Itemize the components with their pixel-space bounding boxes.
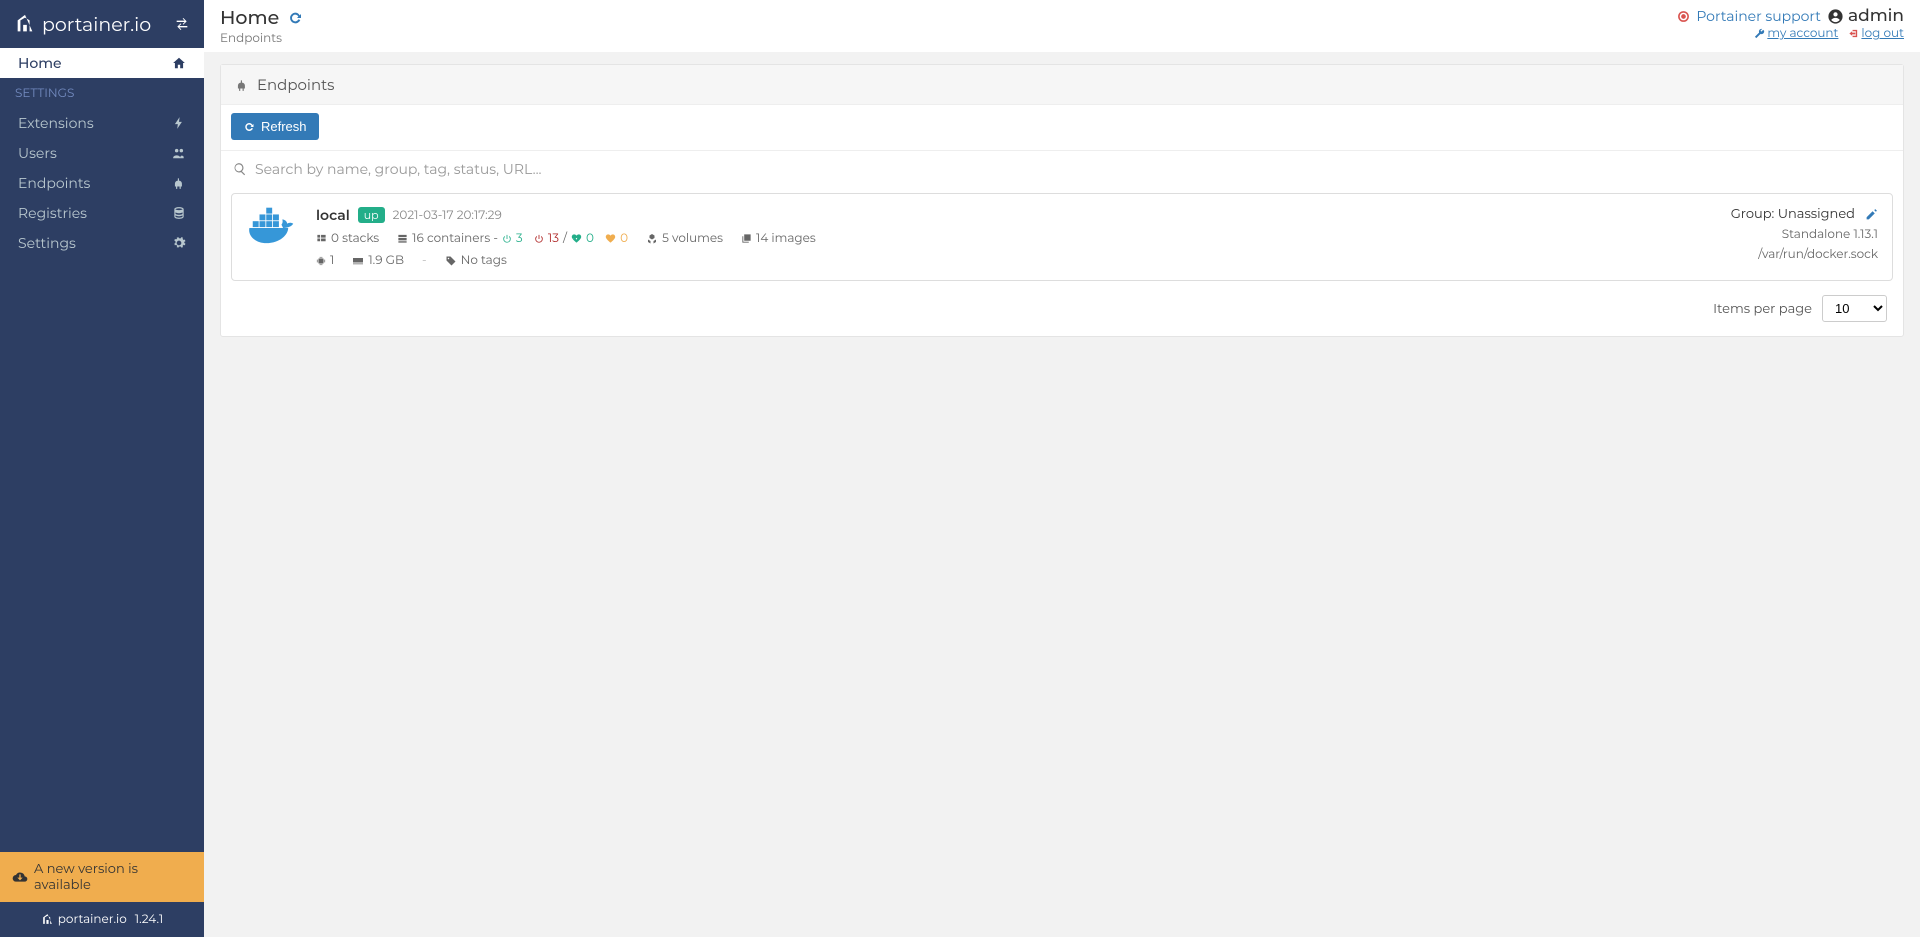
stat-containers: 16 containers - 3 13 / 0 xyxy=(397,231,628,246)
sidebar: portainer.io Home SETTINGS Extensions Us… xyxy=(0,0,204,937)
main-area: Home Endpoints Portainer support admin xyxy=(204,0,1920,937)
page-title-row: Home xyxy=(220,6,303,29)
stat-memory: 1.9 GB xyxy=(352,253,404,268)
wrench-icon xyxy=(1754,28,1765,39)
page-title: Home xyxy=(220,6,279,29)
reload-icon[interactable] xyxy=(287,10,303,26)
running-count: 3 xyxy=(516,231,523,246)
sidebar-item-users[interactable]: Users xyxy=(0,138,204,168)
page-subtitle: Endpoints xyxy=(220,31,303,46)
stat-cpu: 1 xyxy=(316,253,334,268)
tags-icon xyxy=(445,255,457,267)
users-icon xyxy=(172,146,186,160)
sign-out-icon xyxy=(1848,28,1859,39)
sidebar-section-settings: SETTINGS xyxy=(0,78,204,108)
footer-version: 1.24.1 xyxy=(135,912,163,927)
refresh-button[interactable]: Refresh xyxy=(231,113,319,140)
power-on-icon xyxy=(502,234,512,244)
search-icon xyxy=(233,162,247,176)
topbar: Home Endpoints Portainer support admin xyxy=(204,0,1920,52)
sync-icon xyxy=(243,121,255,133)
user-menu[interactable]: admin xyxy=(1827,6,1904,26)
sidebar-item-endpoints[interactable]: Endpoints xyxy=(0,168,204,198)
sidebar-nav: Home SETTINGS Extensions Users Endpoints… xyxy=(0,48,204,852)
stat-separator: - xyxy=(422,253,427,268)
stopped-count: 13 xyxy=(548,231,559,246)
endpoints-panel: Endpoints Refresh xyxy=(220,64,1904,337)
sidebar-item-registries[interactable]: Registries xyxy=(0,198,204,228)
sidebar-item-extensions[interactable]: Extensions xyxy=(0,108,204,138)
sidebar-logo-row: portainer.io xyxy=(0,0,204,48)
update-banner-text: A new version is available xyxy=(34,861,192,893)
endpoint-engine: Standalone 1.13.1 xyxy=(1782,227,1878,242)
sidebar-item-label: Settings xyxy=(18,234,76,252)
heartbeat-warn-icon xyxy=(605,233,616,244)
stat-stacks: 0 stacks xyxy=(316,231,379,246)
sidebar-item-home[interactable]: Home xyxy=(0,48,204,78)
cubes-icon xyxy=(646,233,658,245)
items-per-page-select[interactable]: 10 xyxy=(1822,295,1887,322)
brand-logo[interactable]: portainer.io xyxy=(14,13,151,36)
sidebar-item-label: Users xyxy=(18,144,57,162)
bolt-icon xyxy=(172,116,186,130)
sidebar-item-label: Registries xyxy=(18,204,87,222)
support-link[interactable]: Portainer support xyxy=(1696,7,1821,25)
lifebuoy-icon xyxy=(1677,10,1690,23)
microchip-icon xyxy=(316,256,326,266)
endpoint-group: Group: Unassigned xyxy=(1731,206,1855,222)
search-row xyxy=(221,150,1903,187)
footer-logo: portainer.io xyxy=(41,912,127,927)
endpoint-socket: /var/run/docker.sock xyxy=(1758,247,1878,262)
sidebar-item-label: Home xyxy=(18,54,62,72)
database-icon xyxy=(172,206,186,220)
my-account-link[interactable]: my account xyxy=(1754,26,1838,41)
cloud-download-icon xyxy=(12,869,28,885)
items-per-page-label: Items per page xyxy=(1713,301,1812,317)
logout-link[interactable]: log out xyxy=(1848,26,1904,41)
sidebar-item-settings[interactable]: Settings xyxy=(0,228,204,258)
unhealthy-count: 0 xyxy=(620,231,628,246)
docker-logo xyxy=(246,206,300,268)
collapse-sidebar-icon[interactable] xyxy=(174,16,190,32)
plug-icon xyxy=(235,78,249,92)
panel-header: Endpoints xyxy=(221,65,1903,105)
status-badge: up xyxy=(358,207,385,223)
home-icon xyxy=(172,56,186,70)
sidebar-item-label: Endpoints xyxy=(18,174,90,192)
healthy-count: 0 xyxy=(586,231,594,246)
stat-tags: No tags xyxy=(445,253,507,268)
sidebar-footer: portainer.io 1.24.1 xyxy=(0,902,204,937)
username-text: admin xyxy=(1848,6,1904,26)
clone-icon xyxy=(741,233,752,244)
endpoint-item[interactable]: local up 2021-03-17 20:17:29 0 stacks xyxy=(231,193,1893,281)
update-banner[interactable]: A new version is available xyxy=(0,852,204,902)
plug-icon xyxy=(172,176,186,190)
stat-volumes: 5 volumes xyxy=(646,231,723,246)
cogs-icon xyxy=(172,236,186,250)
edit-icon[interactable] xyxy=(1865,208,1878,221)
pagination-row: Items per page 10 xyxy=(221,281,1903,336)
endpoint-name: local xyxy=(316,206,350,224)
heartbeat-icon xyxy=(571,233,582,244)
server-icon xyxy=(397,233,408,244)
panel-title: Endpoints xyxy=(257,75,335,94)
search-input[interactable] xyxy=(255,160,1891,178)
memory-icon xyxy=(352,256,364,266)
stat-images: 14 images xyxy=(741,231,816,246)
power-off-icon xyxy=(534,234,544,244)
endpoint-timestamp: 2021-03-17 20:17:29 xyxy=(393,208,502,223)
brand-text: portainer.io xyxy=(42,13,151,36)
sidebar-item-label: Extensions xyxy=(18,114,94,132)
th-list-icon xyxy=(316,233,327,244)
